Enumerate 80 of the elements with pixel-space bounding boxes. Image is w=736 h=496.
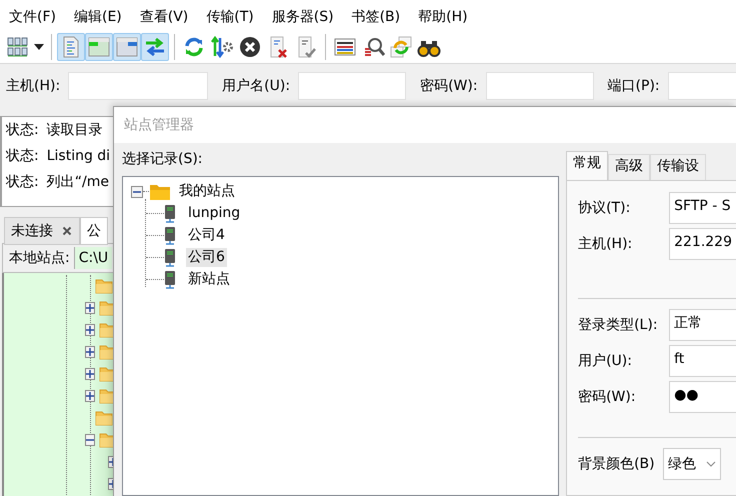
log-label: 状态: bbox=[6, 174, 39, 190]
folder-icon bbox=[99, 388, 113, 404]
input-field[interactable] bbox=[68, 72, 208, 100]
tab[interactable]: 高级 bbox=[608, 154, 650, 180]
folder-icon bbox=[99, 322, 113, 338]
tab-label: 公 bbox=[87, 222, 101, 240]
folder-icon bbox=[95, 278, 113, 294]
field-label: 端口(P): bbox=[608, 78, 660, 94]
close-icon[interactable] bbox=[61, 225, 73, 237]
tab-label: 未连接 bbox=[11, 222, 53, 240]
expander-icon[interactable] bbox=[131, 186, 143, 198]
field-label: 登录类型(L): bbox=[578, 316, 659, 334]
field-label: 用户名(U): bbox=[222, 78, 290, 94]
select-value: 绿色 bbox=[668, 456, 696, 472]
field-label: 密码(W): bbox=[578, 388, 637, 406]
cancel-icon bbox=[238, 35, 262, 59]
menu-item[interactable]: 服务器(S) bbox=[262, 9, 343, 31]
pane-layout-icon bbox=[87, 35, 111, 59]
tree-item[interactable]: 新站点 bbox=[186, 270, 232, 290]
field-label: 选择记录(S): bbox=[122, 151, 204, 168]
expander-icon[interactable] bbox=[85, 324, 95, 336]
server-icon bbox=[164, 270, 176, 290]
tree-item[interactable]: 公司4 bbox=[186, 226, 227, 246]
expander-icon[interactable] bbox=[85, 302, 95, 314]
color-select[interactable]: 绿色 bbox=[663, 448, 722, 480]
menu-item[interactable]: 编辑(E) bbox=[64, 9, 131, 31]
folder-icon bbox=[99, 344, 113, 360]
expander-icon[interactable] bbox=[85, 434, 95, 446]
menu-item[interactable]: 传输(T) bbox=[197, 9, 263, 31]
expander-icon[interactable] bbox=[85, 346, 95, 358]
server-group-icon bbox=[6, 35, 30, 59]
tab[interactable]: 常规 bbox=[566, 151, 608, 180]
tab[interactable]: 传输设 bbox=[650, 154, 706, 180]
server-icon bbox=[164, 204, 176, 224]
tree-item[interactable]: 公司6 bbox=[186, 248, 227, 268]
tree-item[interactable]: 我的站点 bbox=[177, 182, 237, 202]
log-message: Listing di bbox=[46, 148, 110, 164]
pane-layout-icon bbox=[115, 35, 139, 59]
tree-item[interactable]: lunping bbox=[186, 204, 242, 224]
input-field[interactable]: 221.229 bbox=[669, 228, 736, 260]
folder-icon bbox=[99, 300, 113, 316]
input-field[interactable] bbox=[486, 72, 594, 100]
input-field[interactable] bbox=[668, 72, 736, 100]
tab[interactable]: 未连接 bbox=[4, 217, 80, 245]
field-label: 主机(H): bbox=[6, 78, 60, 94]
menu-item[interactable]: 查看(V) bbox=[130, 9, 198, 31]
folder-icon bbox=[99, 432, 113, 448]
folder-icon bbox=[95, 410, 113, 426]
log-label: 状态: bbox=[6, 148, 39, 164]
field-label: 主机(H): bbox=[578, 236, 634, 252]
menu-item[interactable]: 书签(B) bbox=[342, 9, 410, 31]
path-field[interactable]: C:\U bbox=[74, 246, 112, 270]
expander-icon[interactable] bbox=[85, 390, 95, 402]
tab[interactable]: 公 bbox=[80, 217, 108, 245]
menu-item[interactable]: 文件(F) bbox=[0, 9, 65, 31]
server-icon bbox=[164, 226, 176, 246]
input-field[interactable]: ●● bbox=[669, 381, 736, 413]
menu-item[interactable]: 帮助(H) bbox=[409, 9, 477, 31]
input-field[interactable]: ft bbox=[669, 345, 736, 377]
log-message: 列出“/me bbox=[46, 174, 109, 190]
expander-icon[interactable] bbox=[85, 368, 95, 380]
swap-arrows-icon bbox=[143, 35, 167, 59]
select-field[interactable]: 正常 bbox=[669, 309, 736, 341]
folder-icon bbox=[149, 182, 171, 201]
dialog-title: 站点管理器 bbox=[114, 107, 736, 143]
select-field[interactable]: SFTP - S bbox=[669, 192, 736, 224]
local-site-label: 本地站点: bbox=[8, 250, 71, 266]
chevron-icon bbox=[706, 461, 716, 467]
log-message: 读取目录 bbox=[46, 122, 103, 138]
arrows-gear-icon bbox=[210, 35, 234, 59]
field-label: 协议(T): bbox=[578, 200, 632, 216]
folder-icon bbox=[99, 366, 113, 382]
sync-icon bbox=[389, 35, 413, 59]
field-label: 密码(W): bbox=[420, 78, 478, 94]
log-label: 状态: bbox=[6, 122, 39, 138]
caret-icon bbox=[34, 44, 44, 50]
field-label: 用户(U): bbox=[578, 352, 633, 370]
server-icon bbox=[164, 248, 176, 268]
input-field[interactable] bbox=[298, 72, 406, 100]
field-label: 背景颜色(B) bbox=[578, 456, 656, 472]
